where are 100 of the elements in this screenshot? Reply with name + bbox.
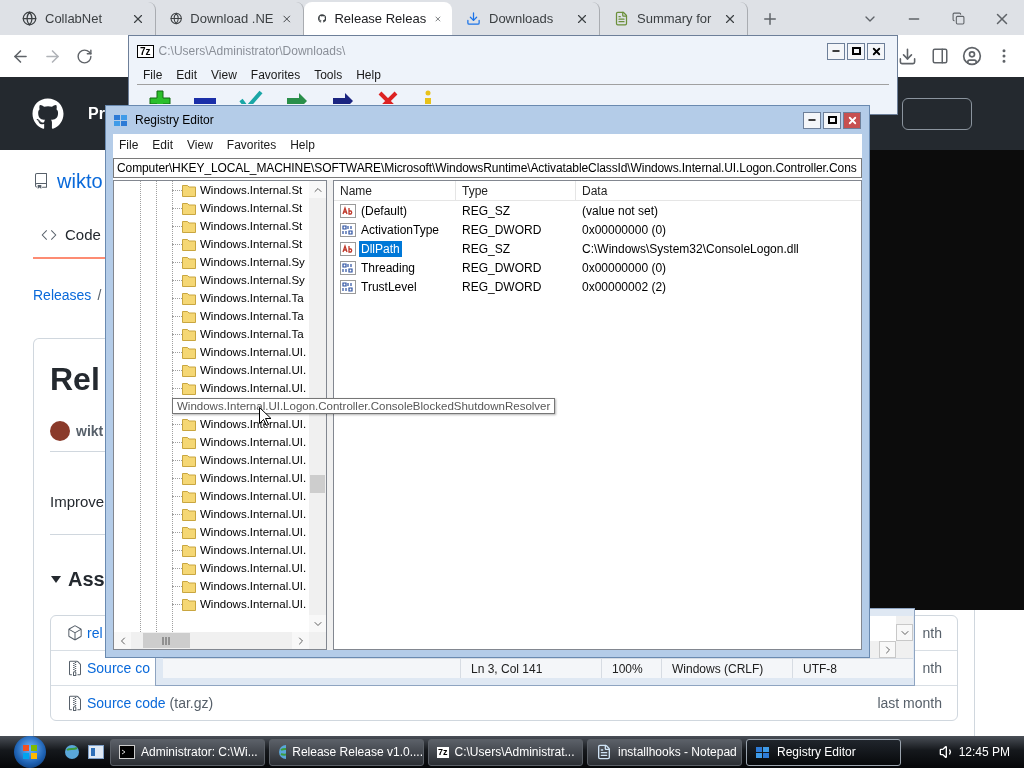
- tree-item[interactable]: Windows.Internal.UI.: [200, 454, 307, 466]
- repo-link[interactable]: wikto: [57, 169, 103, 193]
- reload-icon[interactable]: [76, 47, 93, 65]
- menu-item[interactable]: Edit: [152, 138, 174, 152]
- profile-icon[interactable]: [961, 46, 982, 66]
- value-name: ActivationType: [360, 221, 441, 238]
- value-row[interactable]: ActivationType REG_DWORD 0x00000000 (0): [334, 220, 861, 239]
- menu-item[interactable]: View: [211, 68, 237, 82]
- tree-item[interactable]: Windows.Internal.UI.: [200, 436, 307, 448]
- taskbar-button[interactable]: Release Release v1.0....: [269, 738, 424, 766]
- binary-value-icon: [340, 260, 356, 275]
- tree-item[interactable]: Windows.Internal.UI.: [200, 508, 307, 520]
- grip-icon[interactable]: [162, 636, 171, 645]
- menu-item[interactable]: View: [187, 138, 213, 152]
- address-field[interactable]: Computer\HKEY_LOCAL_MACHINE\SOFTWARE\Microsoft\WindowsRuntime\ActivatableClassId\Windows.Internal.UI.Logon.Controller.Cons: [113, 158, 862, 178]
- minimize-button[interactable]: [827, 42, 845, 60]
- maximize-button[interactable]: [847, 42, 865, 60]
- registry-icon: [755, 744, 771, 760]
- add-icon[interactable]: [149, 90, 171, 104]
- folder-icon: [182, 237, 196, 251]
- value-row[interactable]: Threading REG_DWORD 0x00000000 (0): [334, 258, 861, 277]
- taskbar-button[interactable]: 7z C:\Users\Administrat...: [428, 738, 583, 766]
- menu-item[interactable]: Tools: [314, 68, 343, 82]
- value-name: Threading: [360, 259, 417, 276]
- value-name: TrustLevel: [360, 278, 418, 295]
- maximize-button[interactable]: [823, 111, 841, 129]
- github-icon[interactable]: [32, 97, 64, 130]
- tree-item[interactable]: Windows.Internal.UI.: [200, 418, 307, 430]
- delete-icon[interactable]: [377, 90, 399, 104]
- globe-icon[interactable]: [64, 744, 80, 760]
- column-header[interactable]: Type: [456, 181, 576, 200]
- folder-icon: [182, 579, 196, 593]
- tree-item[interactable]: Windows.Internal.UI.: [200, 346, 307, 358]
- taskbar-button[interactable]: Registry Editor: [746, 738, 901, 766]
- folder-icon: [182, 435, 196, 449]
- tree-item[interactable]: Windows.Internal.UI.: [200, 598, 307, 610]
- column-header[interactable]: Name: [334, 181, 456, 200]
- header-button[interactable]: [902, 97, 972, 130]
- minimize-button[interactable]: [803, 111, 821, 129]
- menu-item[interactable]: Edit: [176, 68, 198, 82]
- close-button[interactable]: [867, 42, 885, 60]
- menu-item[interactable]: File: [143, 68, 163, 82]
- folder-icon: [182, 255, 196, 269]
- move-icon[interactable]: [331, 90, 355, 104]
- menu-item[interactable]: Help: [290, 138, 315, 152]
- folder-icon: [182, 309, 196, 323]
- tree-item[interactable]: Windows.Internal.UI.: [200, 382, 307, 394]
- value-row[interactable]: DllPath REG_SZ C:\Windows\System32\ConsoleLogon.dll: [334, 239, 861, 258]
- tree-item[interactable]: Windows.Internal.Ta: [200, 292, 304, 304]
- tree-item[interactable]: Windows.Internal.UI.: [200, 490, 307, 502]
- tree-item[interactable]: Windows.Internal.Ta: [200, 328, 304, 340]
- asset-link[interactable]: Source code: [87, 696, 166, 710]
- start-button[interactable]: [14, 736, 46, 768]
- tree-item[interactable]: Windows.Internal.UI.: [200, 562, 307, 574]
- folder-icon: [182, 291, 196, 305]
- breadcrumb-link[interactable]: Releases: [33, 283, 92, 307]
- horizontal-scrollbar[interactable]: [114, 632, 326, 649]
- menu-item[interactable]: Favorites: [226, 138, 277, 152]
- value-row[interactable]: (Default) REG_SZ (value not set): [334, 201, 861, 220]
- tree-item[interactable]: Windows.Internal.UI.: [200, 472, 307, 484]
- author-name[interactable]: wikt: [76, 423, 104, 439]
- value-data: 0x00000000 (0): [582, 222, 667, 237]
- tree-item[interactable]: Windows.Internal.Ta: [200, 310, 304, 322]
- breadcrumb-text: /: [97, 286, 102, 305]
- tree-item[interactable]: Windows.Internal.St: [200, 220, 303, 232]
- zip-file-icon: [67, 695, 83, 711]
- tree-item[interactable]: Windows.Internal.UI.: [200, 364, 307, 376]
- menu-item[interactable]: Help: [356, 68, 381, 82]
- tree-item[interactable]: Windows.Internal.Sy: [200, 274, 305, 286]
- asset-date: nth: [922, 626, 942, 640]
- registry-icon: [113, 112, 129, 128]
- menu-item[interactable]: Favorites: [250, 68, 301, 82]
- side-panel-icon[interactable]: [930, 47, 949, 65]
- download-icon[interactable]: [898, 46, 917, 66]
- tree-item[interactable]: Windows.Internal.St: [200, 238, 303, 250]
- tree-item[interactable]: Windows.Internal.Sy: [200, 256, 305, 268]
- value-row[interactable]: TrustLevel REG_DWORD 0x00000002 (2): [334, 277, 861, 296]
- value-data: (value not set): [582, 203, 659, 218]
- copy-icon[interactable]: [285, 90, 309, 104]
- tree-item[interactable]: Windows.Internal.UI.: [200, 526, 307, 538]
- folder-icon: [182, 561, 196, 575]
- tree-item[interactable]: Windows.Internal.UI.: [200, 580, 307, 592]
- column-header[interactable]: Data: [576, 181, 861, 200]
- asset-link[interactable]: Source co: [87, 661, 151, 675]
- scroll-thumb[interactable]: [143, 633, 190, 648]
- menu-item[interactable]: File: [119, 138, 139, 152]
- test-icon[interactable]: [239, 90, 263, 104]
- tooltip: Windows.Internal.UI.Logon.Controller.ConsoleBlockedShutdownResolver: [172, 398, 556, 414]
- restore-icon[interactable]: [951, 12, 965, 25]
- show-desktop-icon[interactable]: [88, 745, 104, 759]
- tree-item[interactable]: Windows.Internal.St: [200, 202, 303, 214]
- tree-item[interactable]: Windows.Internal.UI.: [200, 544, 307, 556]
- asset-link[interactable]: rel: [87, 626, 103, 640]
- browser-tab[interactable]: Release Releas: [304, 2, 452, 35]
- tree-item[interactable]: Windows.Internal.St: [200, 184, 303, 196]
- folder-icon: [182, 183, 196, 197]
- taskbar-button[interactable]: installhooks - Notepad: [587, 738, 742, 766]
- taskbar-button[interactable]: Administrator: C:\Wi...: [110, 738, 265, 766]
- scroll-thumb[interactable]: [310, 475, 325, 493]
- caret-icon[interactable]: [50, 573, 62, 585]
